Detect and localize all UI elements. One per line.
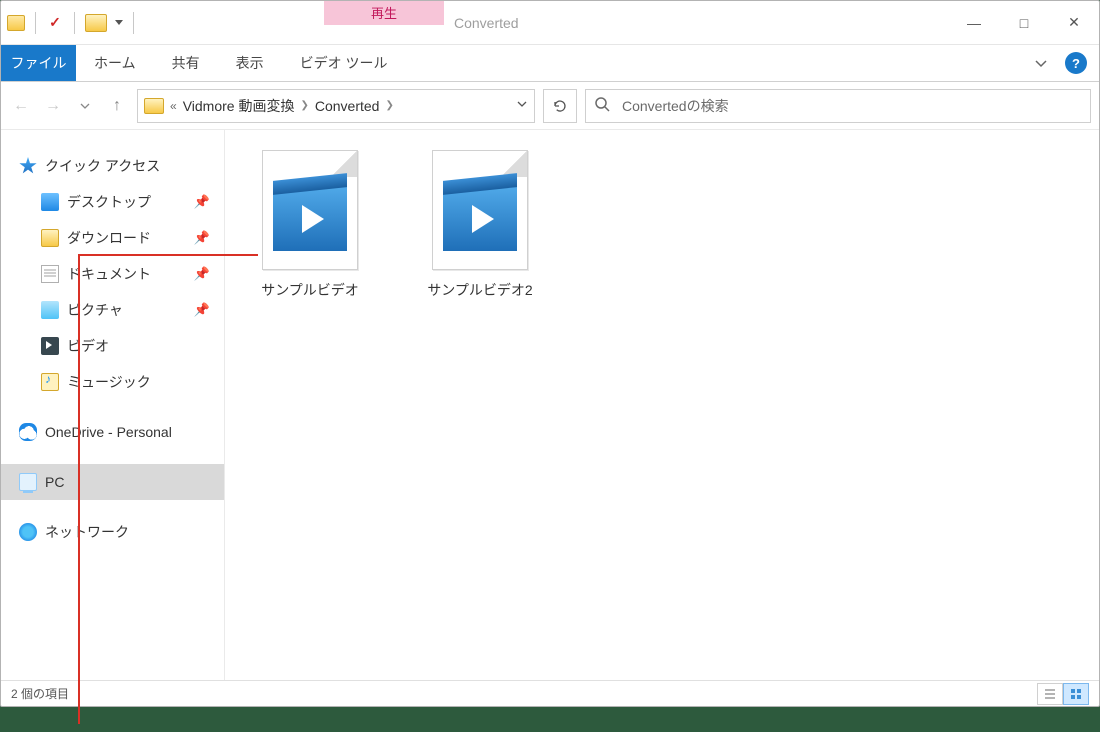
item-count: 2 個の項目 xyxy=(11,685,69,702)
body: クイック アクセス デスクトップ 📌 ダウンロード 📌 ドキュメント 📌 xyxy=(1,130,1099,680)
ribbon-collapse-button[interactable] xyxy=(1023,45,1059,81)
sidebar-item-documents[interactable]: ドキュメント 📌 xyxy=(1,256,224,292)
window-controls: ― □ ✕ xyxy=(949,1,1099,44)
videos-icon xyxy=(41,337,59,355)
star-icon xyxy=(19,157,37,175)
title-bar: 再生 Converted ― □ ✕ xyxy=(1,1,1099,45)
search-icon xyxy=(594,96,610,116)
navigation-pane: クイック アクセス デスクトップ 📌 ダウンロード 📌 ドキュメント 📌 xyxy=(1,130,225,680)
help-button[interactable]: ? xyxy=(1065,52,1087,74)
pin-icon: 📌 xyxy=(194,194,210,210)
pictures-icon xyxy=(41,301,59,319)
sidebar-item-pictures[interactable]: ピクチャ 📌 xyxy=(1,292,224,328)
sidebar-item-pc[interactable]: PC xyxy=(1,464,224,500)
sidebar-item-label: ダウンロード xyxy=(67,228,151,248)
desktop-icon xyxy=(41,193,59,211)
tab-view[interactable]: 表示 xyxy=(218,45,282,81)
address-bar[interactable]: « Vidmore 動画変換 ❯ Converted ❯ xyxy=(137,89,535,123)
sidebar-item-label: PC xyxy=(45,474,64,490)
search-box[interactable] xyxy=(585,89,1091,123)
folder-icon xyxy=(144,98,164,114)
open-folder-icon[interactable] xyxy=(85,14,107,32)
details-view-button[interactable] xyxy=(1037,683,1063,705)
maximize-button[interactable]: □ xyxy=(999,1,1049,44)
refresh-icon xyxy=(552,98,568,114)
sidebar-item-videos[interactable]: ビデオ xyxy=(1,328,224,364)
video-file-icon xyxy=(432,150,528,270)
close-button[interactable]: ✕ xyxy=(1049,1,1099,44)
sidebar-item-desktop[interactable]: デスクトップ 📌 xyxy=(1,184,224,220)
view-mode-buttons xyxy=(1037,683,1089,705)
network-icon xyxy=(19,523,37,541)
thumbnails-view-button[interactable] xyxy=(1063,683,1089,705)
context-tab-play: 再生 xyxy=(324,0,444,44)
address-dropdown-icon[interactable] xyxy=(516,98,528,113)
file-name: サンプルビデオ2 xyxy=(427,280,532,300)
chevron-right-icon[interactable]: ❯ xyxy=(300,100,308,111)
sidebar-item-onedrive[interactable]: OneDrive - Personal xyxy=(1,414,224,450)
sidebar-item-label: OneDrive - Personal xyxy=(45,424,172,440)
pin-icon: 📌 xyxy=(194,230,210,246)
sidebar-item-label: デスクトップ xyxy=(67,192,151,212)
file-item[interactable]: サンプルビデオ2 xyxy=(415,150,545,300)
tab-video-tools[interactable]: ビデオ ツール xyxy=(282,45,406,81)
up-button[interactable]: ↑ xyxy=(105,94,129,118)
downloads-icon xyxy=(41,229,59,247)
breadcrumb-segment[interactable]: Vidmore 動画変換 xyxy=(183,96,295,116)
pin-icon: 📌 xyxy=(194,266,210,282)
pc-icon xyxy=(19,473,37,491)
chevron-down-icon xyxy=(1033,55,1049,71)
window-title: Converted xyxy=(454,15,519,31)
context-tab-header: 再生 xyxy=(324,0,444,25)
refresh-button[interactable] xyxy=(543,89,577,123)
folder-icon xyxy=(7,15,25,31)
tab-file[interactable]: ファイル xyxy=(1,45,76,81)
overflow-chevron-icon[interactable]: « xyxy=(170,99,177,113)
separator xyxy=(133,12,134,34)
file-list[interactable]: サンプルビデオ サンプルビデオ2 xyxy=(225,130,1099,680)
annotation-line xyxy=(78,254,258,256)
file-name: サンプルビデオ xyxy=(261,280,359,300)
properties-icon[interactable] xyxy=(46,14,64,32)
sidebar-item-quick-access[interactable]: クイック アクセス xyxy=(1,148,224,184)
music-icon xyxy=(41,373,59,391)
minimize-button[interactable]: ― xyxy=(949,1,999,44)
separator xyxy=(35,12,36,34)
file-item[interactable]: サンプルビデオ xyxy=(245,150,375,300)
video-file-icon xyxy=(262,150,358,270)
recent-locations-button[interactable] xyxy=(73,94,97,118)
status-bar: 2 個の項目 xyxy=(1,680,1099,706)
sidebar-item-downloads[interactable]: ダウンロード 📌 xyxy=(1,220,224,256)
back-button[interactable]: ← xyxy=(9,94,33,118)
contextual-tab-strip: 再生 xyxy=(324,1,444,44)
search-input[interactable] xyxy=(622,98,1082,114)
documents-icon xyxy=(41,265,59,283)
quick-access-toolbar xyxy=(1,1,144,44)
ribbon-tabs: ファイル ホーム 共有 表示 ビデオ ツール ? xyxy=(1,45,1099,82)
pin-icon: 📌 xyxy=(194,302,210,318)
sidebar-item-label: ピクチャ xyxy=(67,300,123,320)
qat-dropdown-icon[interactable] xyxy=(115,20,123,25)
breadcrumb-segment[interactable]: Converted xyxy=(315,98,380,114)
forward-button[interactable]: → xyxy=(41,94,65,118)
navigation-toolbar: ← → ↑ « Vidmore 動画変換 ❯ Converted ❯ xyxy=(1,82,1099,130)
sidebar-item-label: ネットワーク xyxy=(45,522,129,542)
details-view-icon xyxy=(1043,687,1057,701)
sidebar-item-label: クイック アクセス xyxy=(45,156,160,176)
tab-home[interactable]: ホーム xyxy=(76,45,154,81)
sidebar-item-music[interactable]: ミュージック xyxy=(1,364,224,400)
chevron-right-icon[interactable]: ❯ xyxy=(385,100,393,111)
tab-share[interactable]: 共有 xyxy=(154,45,218,81)
annotation-line xyxy=(78,254,80,707)
sidebar-item-network[interactable]: ネットワーク xyxy=(1,514,224,550)
separator xyxy=(74,12,75,34)
onedrive-icon xyxy=(19,423,37,441)
thumbnails-view-icon xyxy=(1069,687,1083,701)
explorer-window: 再生 Converted ― □ ✕ ファイル ホーム 共有 表示 ビデオ ツー… xyxy=(0,0,1100,707)
sidebar-item-label: ビデオ xyxy=(67,336,109,356)
